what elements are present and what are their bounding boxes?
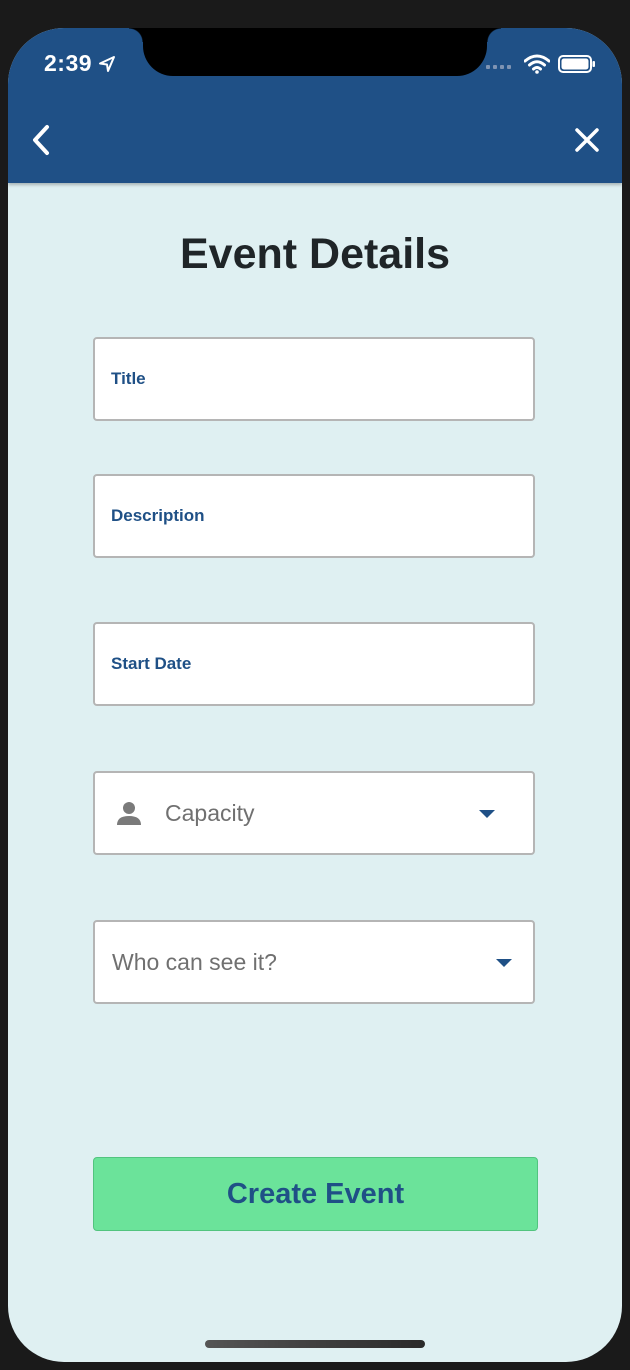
- status-bar-indicators: [486, 54, 596, 74]
- visibility-placeholder: Who can see it?: [112, 948, 277, 975]
- close-icon: [575, 128, 599, 152]
- home-indicator[interactable]: [205, 1340, 425, 1348]
- start-date-field[interactable]: Start Date: [93, 622, 535, 706]
- chevron-down-icon: [496, 959, 512, 967]
- start-date-field-label: Start Date: [111, 654, 192, 673]
- close-button[interactable]: [570, 123, 604, 157]
- chevron-down-icon: [479, 810, 495, 818]
- top-nav-bar: 2:39: [8, 28, 622, 183]
- app-screen: 2:39 Event Details Title Description Sta…: [8, 28, 622, 1362]
- description-field[interactable]: Description: [93, 474, 535, 558]
- device-notch: [129, 28, 501, 76]
- title-field[interactable]: Title: [93, 337, 535, 421]
- device-frame: 2:39 Event Details Title Description Sta…: [0, 0, 630, 1370]
- battery-icon: [558, 55, 595, 73]
- page-title: Event Details: [179, 230, 451, 278]
- description-field-label: Description: [111, 506, 205, 525]
- person-icon: [115, 799, 143, 827]
- status-time-text: 2:39: [44, 50, 93, 76]
- signal-icon: [486, 65, 511, 69]
- title-field-label: Title: [111, 369, 146, 388]
- capacity-placeholder: Capacity: [165, 799, 255, 826]
- location-arrow-icon: [99, 55, 116, 72]
- capacity-select[interactable]: Capacity: [93, 771, 535, 855]
- create-event-button[interactable]: Create Event: [93, 1157, 538, 1231]
- chevron-left-icon: [33, 125, 49, 155]
- status-bar-time: 2:39: [44, 50, 116, 77]
- wifi-icon: [524, 54, 550, 74]
- visibility-select[interactable]: Who can see it?: [93, 920, 535, 1004]
- back-button[interactable]: [26, 120, 56, 160]
